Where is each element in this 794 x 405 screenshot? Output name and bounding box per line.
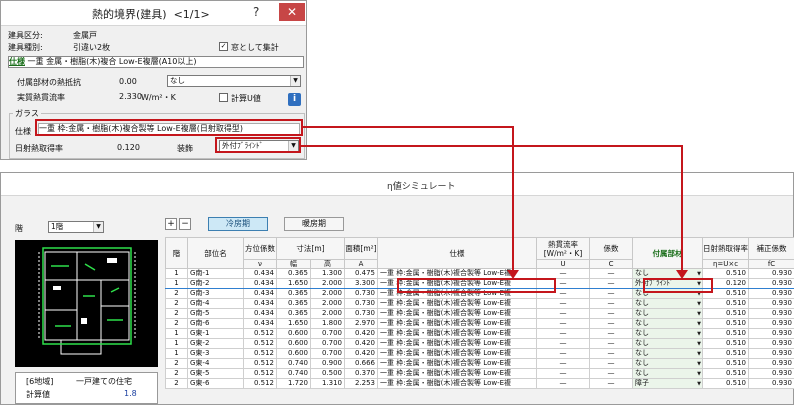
arrow-head-icon	[676, 270, 688, 279]
arrow-head-icon	[507, 270, 519, 279]
connector-arrowheads	[507, 270, 688, 279]
